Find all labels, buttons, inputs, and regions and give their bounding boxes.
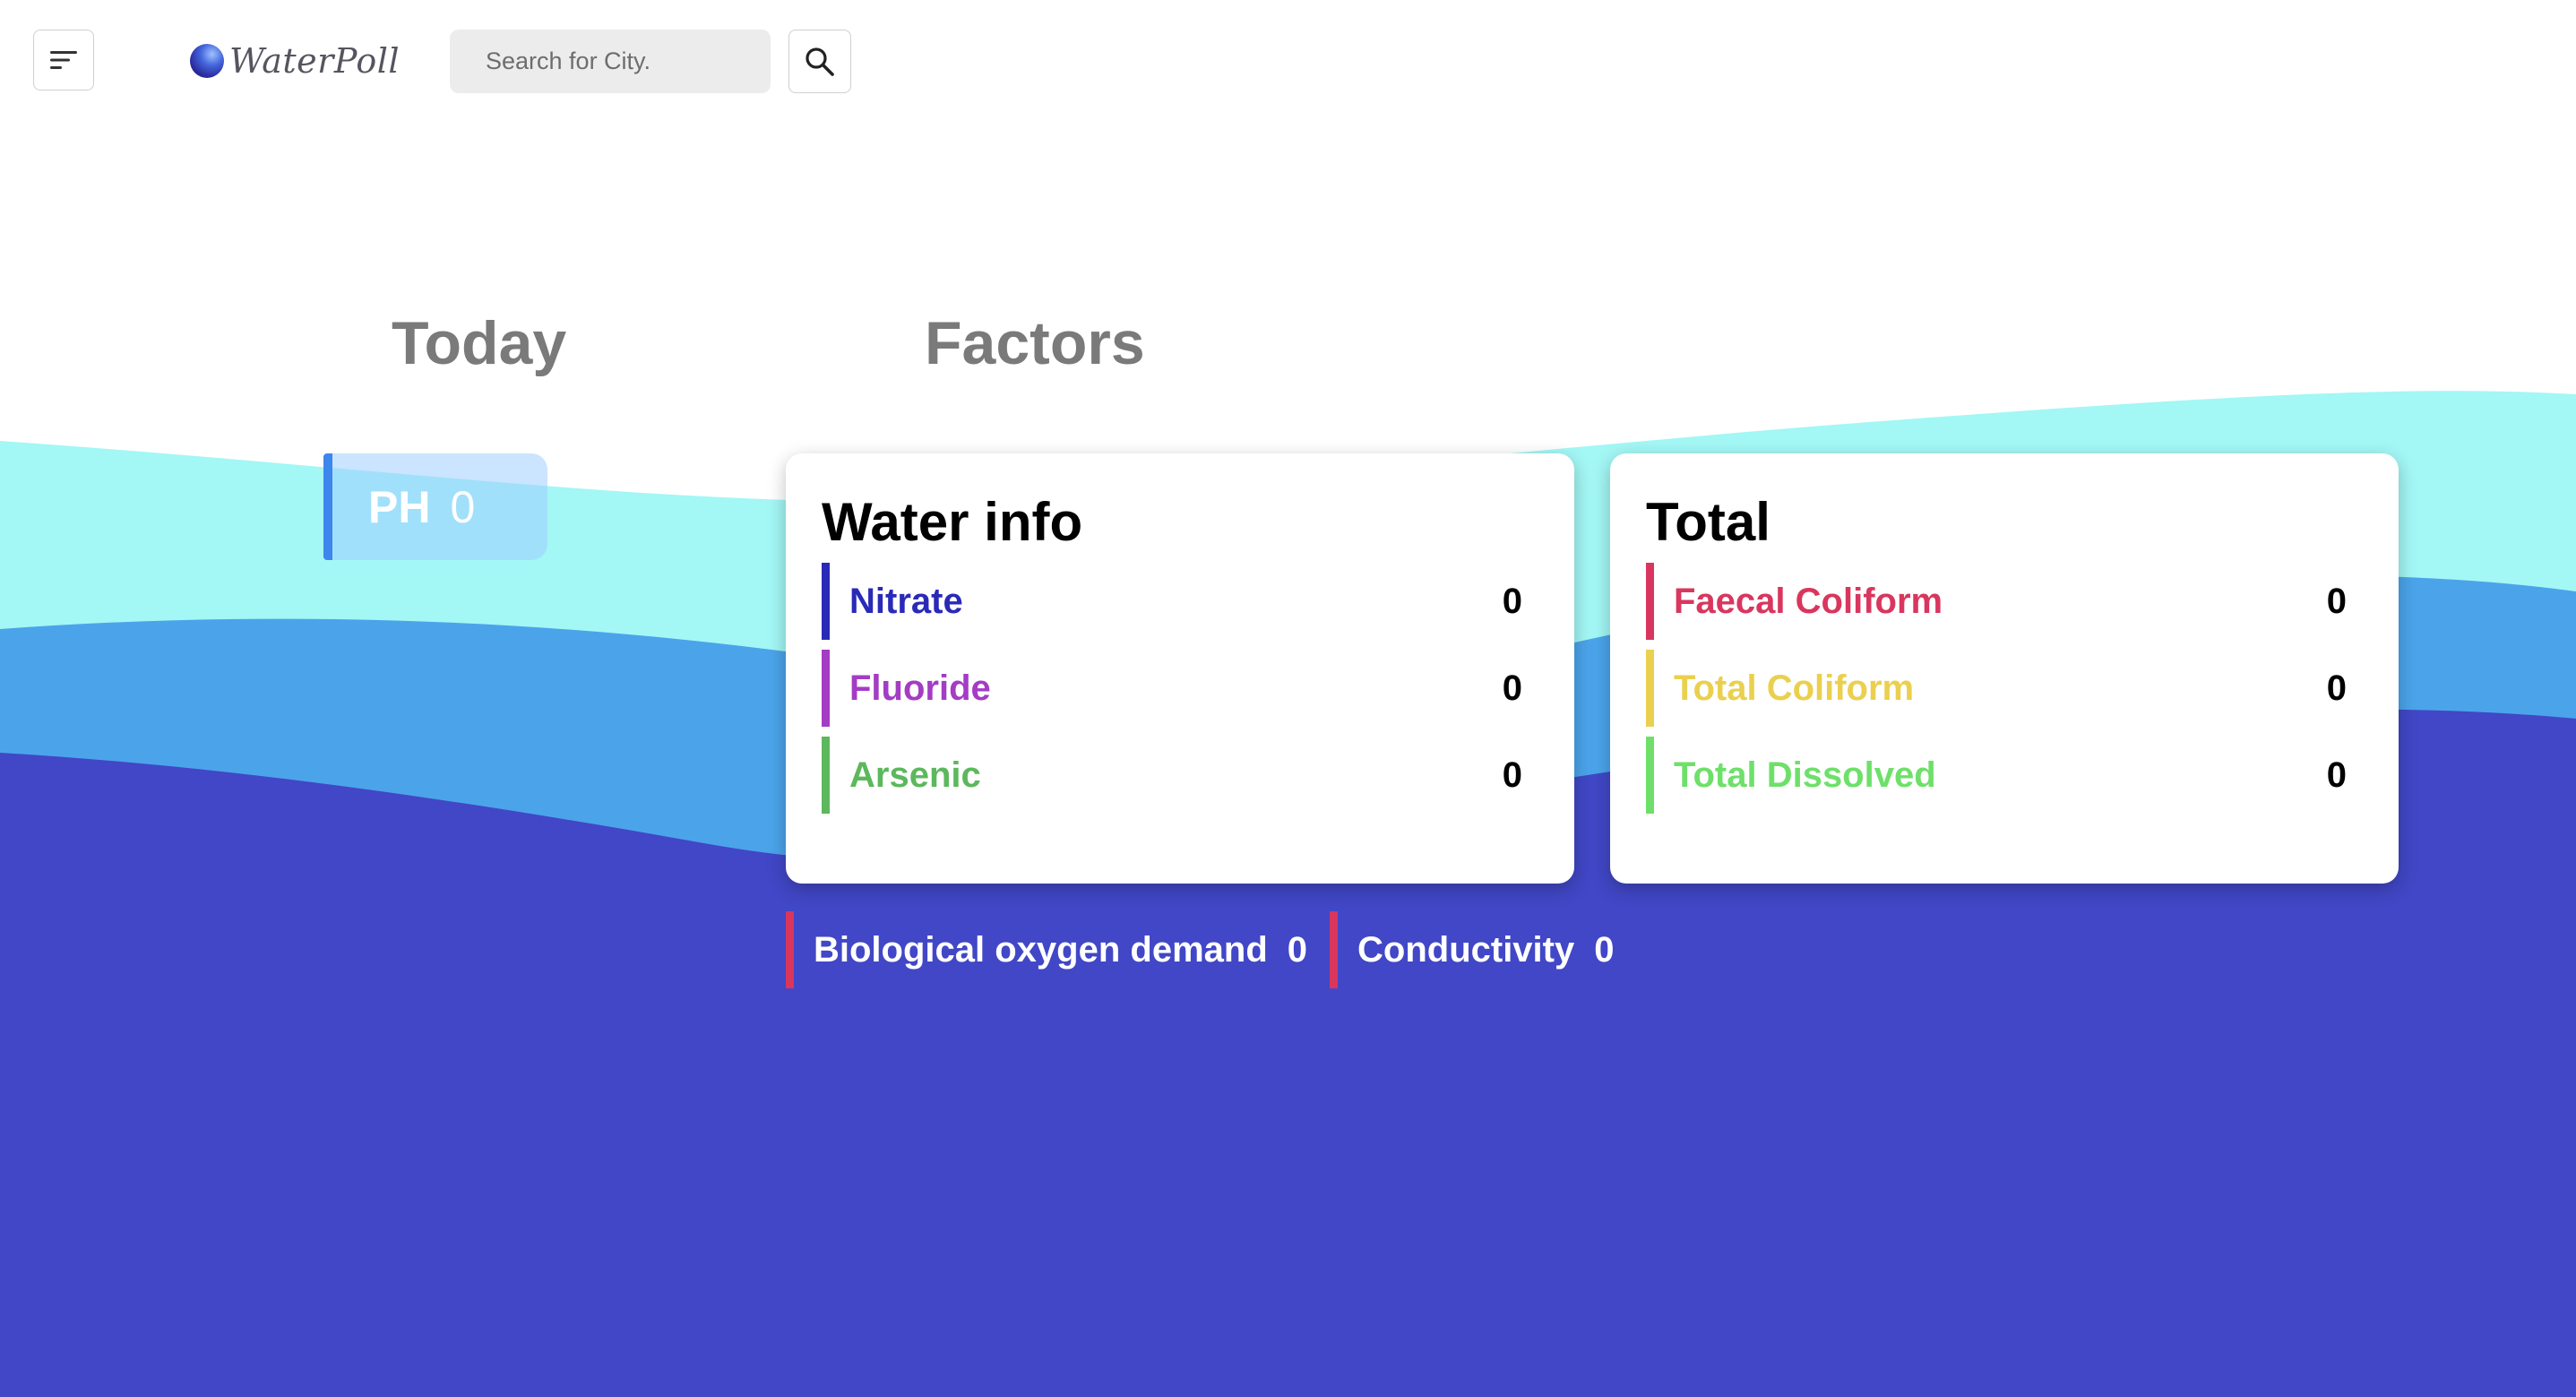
- ph-value: 0: [450, 481, 476, 532]
- magnifier-icon: [806, 47, 834, 76]
- app-logo[interactable]: WaterPoll: [190, 39, 400, 82]
- nitrate-label: Nitrate: [849, 581, 963, 621]
- faecal-coliform-item: Faecal Coliform 0: [1646, 563, 2347, 640]
- nitrate-value: 0: [1502, 581, 1522, 621]
- total-card: Total Faecal Coliform 0 Total Coliform 0…: [1610, 453, 2399, 884]
- fluoride-item: Fluoride 0: [822, 650, 1522, 727]
- arsenic-label: Arsenic: [849, 755, 981, 795]
- water-info-card: Water info Nitrate 0 Fluoride 0 Arsenic …: [786, 453, 1574, 884]
- ph-label: PH: [368, 481, 431, 532]
- arsenic-value: 0: [1502, 755, 1522, 795]
- total-dissolved-value: 0: [2326, 755, 2347, 795]
- fluoride-value: 0: [1502, 668, 1522, 708]
- faecal-coliform-value: 0: [2326, 581, 2347, 621]
- menu-lines-icon: [50, 51, 77, 69]
- bod-value: 0: [1287, 929, 1308, 970]
- city-search-input[interactable]: [450, 30, 771, 93]
- total-coliform-item: Total Coliform 0: [1646, 650, 2347, 727]
- app-name: WaterPoll: [229, 41, 401, 81]
- top-bar: WaterPoll: [0, 0, 2576, 125]
- total-coliform-label: Total Coliform: [1674, 668, 1915, 708]
- conductivity-value: 0: [1594, 929, 1615, 970]
- bod-label: Biological oxygen demand: [814, 929, 1268, 970]
- nitrate-item: Nitrate 0: [822, 563, 1522, 640]
- arsenic-item: Arsenic 0: [822, 737, 1522, 814]
- search-button[interactable]: [788, 30, 851, 93]
- factors-heading: Factors: [925, 309, 1145, 377]
- menu-button[interactable]: [33, 30, 94, 91]
- fluoride-label: Fluoride: [849, 668, 991, 708]
- ph-card: PH 0: [323, 453, 547, 560]
- faecal-coliform-label: Faecal Coliform: [1674, 581, 1943, 621]
- total-dissolved-item: Total Dissolved 0: [1646, 737, 2347, 814]
- water-globe-icon: [190, 44, 224, 78]
- today-heading: Today: [392, 309, 567, 377]
- biological-oxygen-demand-stat: Biological oxygen demand 0: [786, 911, 1307, 988]
- total-title: Total: [1646, 492, 1770, 552]
- total-coliform-value: 0: [2326, 668, 2347, 708]
- total-dissolved-label: Total Dissolved: [1674, 755, 1936, 795]
- water-info-title: Water info: [822, 492, 1083, 552]
- conductivity-label: Conductivity: [1357, 929, 1575, 970]
- conductivity-stat: Conductivity 0: [1330, 911, 1614, 988]
